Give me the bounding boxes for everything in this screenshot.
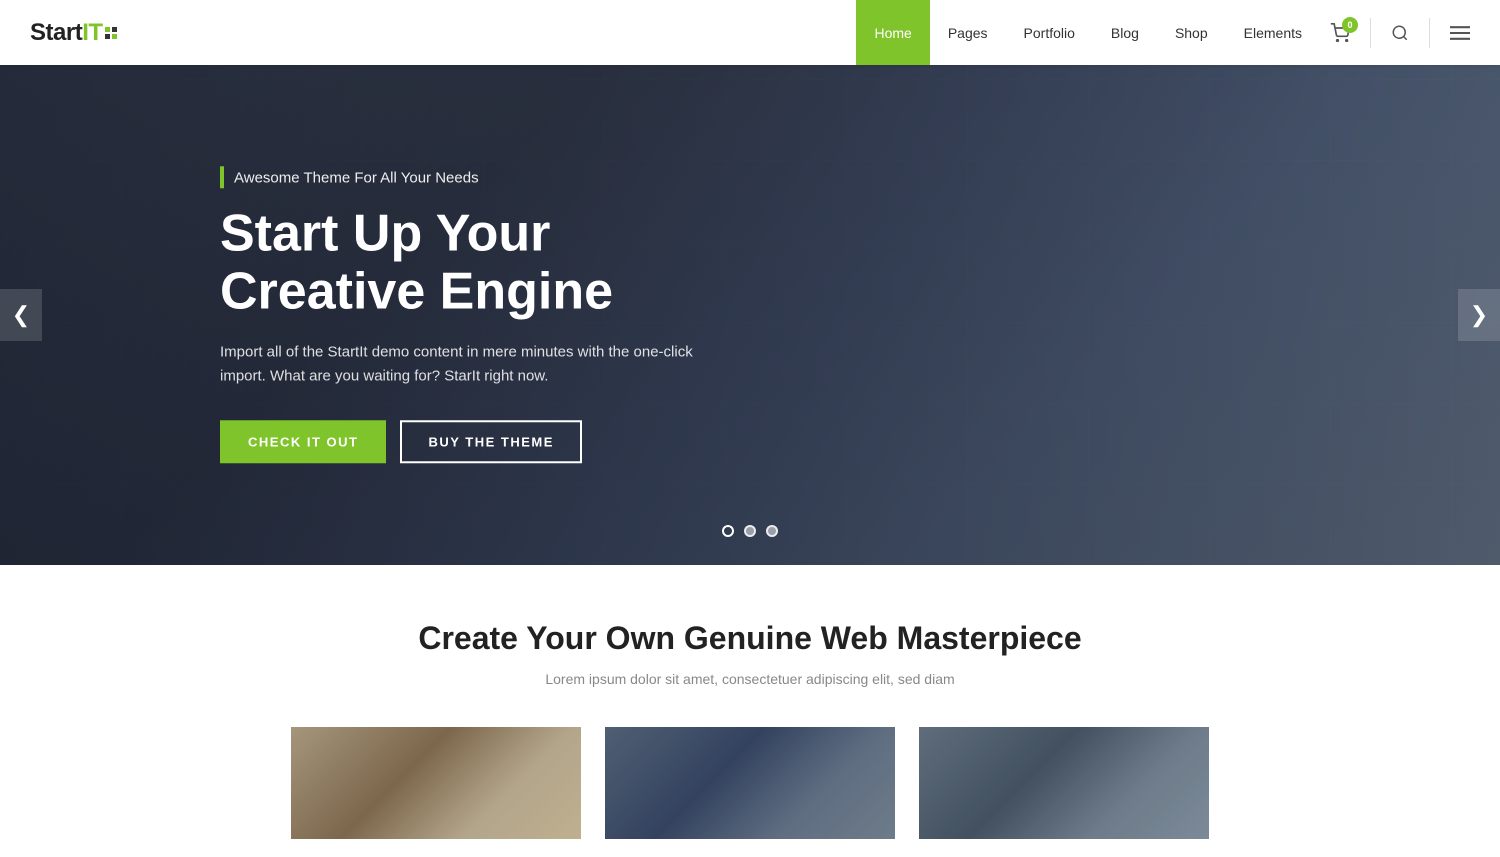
nav-divider (1370, 18, 1371, 48)
slider-dot-1[interactable] (722, 525, 734, 537)
cards-row (0, 717, 1500, 839)
search-button[interactable] (1391, 24, 1409, 42)
check-it-out-button[interactable]: CHECK IT OUT (220, 421, 386, 464)
slider-dot-2[interactable] (744, 525, 756, 537)
nav-item-blog[interactable]: Blog (1093, 0, 1157, 65)
card-2[interactable] (605, 727, 895, 839)
nav-item-elements[interactable]: Elements (1226, 0, 1320, 65)
section-title: Create Your Own Genuine Web Masterpiece (20, 620, 1480, 657)
hero-section: ❮ Awesome Theme For All Your Needs Start… (0, 65, 1500, 565)
hero-title: Start Up Your Creative Engine (220, 204, 700, 320)
buy-theme-button[interactable]: BUY THE THEME (400, 421, 581, 464)
header: StartIT Home Pages Portfolio Blog Shop E… (0, 0, 1500, 65)
logo[interactable]: StartIT (30, 19, 117, 47)
features-section: Create Your Own Genuine Web Masterpiece … (0, 565, 1500, 839)
slider-next-button[interactable]: ❯ (1458, 289, 1500, 341)
logo-brand: Start (30, 19, 82, 46)
nav-icons: 0 (1330, 18, 1470, 48)
hero-subtitle-row: Awesome Theme For All Your Needs (220, 166, 700, 188)
section-title-area: Create Your Own Genuine Web Masterpiece … (0, 565, 1500, 717)
nav-divider-2 (1429, 18, 1430, 48)
nav-item-pages[interactable]: Pages (930, 0, 1006, 65)
main-nav: Home Pages Portfolio Blog Shop Elements … (856, 0, 1470, 65)
section-subtitle: Lorem ipsum dolor sit amet, consectetuer… (20, 671, 1480, 687)
hero-buttons: CHECK IT OUT BUY THE THEME (220, 421, 700, 464)
menu-button[interactable] (1450, 24, 1470, 42)
slider-dots (722, 525, 778, 537)
logo-it: IT (82, 19, 102, 46)
nav-item-shop[interactable]: Shop (1157, 0, 1226, 65)
hero-subtitle-bar-icon (220, 166, 224, 188)
cart-badge: 0 (1342, 17, 1358, 33)
card-1[interactable] (291, 727, 581, 839)
logo-dots-icon (105, 27, 117, 39)
card-3[interactable] (919, 727, 1209, 839)
slider-prev-button[interactable]: ❮ (0, 289, 42, 341)
nav-item-portfolio[interactable]: Portfolio (1006, 0, 1093, 65)
hero-description: Import all of the StartIt demo content i… (220, 341, 700, 389)
hero-subtitle-text: Awesome Theme For All Your Needs (234, 169, 479, 186)
nav-item-home[interactable]: Home (856, 0, 929, 65)
hero-content: Awesome Theme For All Your Needs Start U… (220, 166, 700, 463)
slider-dot-3[interactable] (766, 525, 778, 537)
cart-button[interactable]: 0 (1330, 23, 1350, 43)
